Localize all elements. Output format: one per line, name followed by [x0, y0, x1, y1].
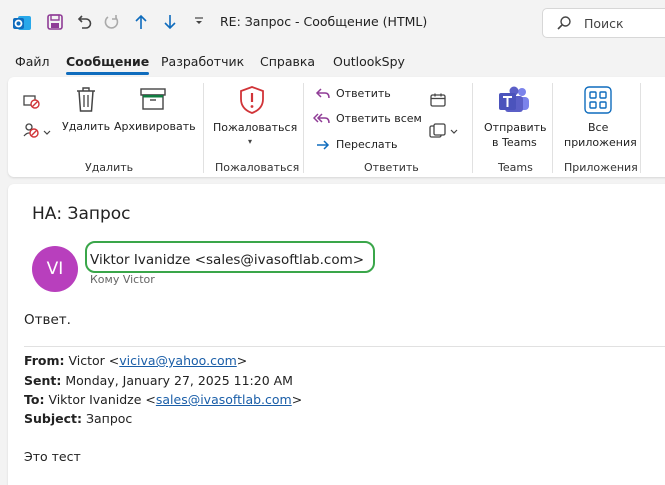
chevron-down-icon[interactable]: ▾ [248, 137, 252, 146]
teams-button-label-1[interactable]: Отправить [484, 121, 547, 134]
subject-value: Запрос [85, 411, 133, 426]
to-email-link[interactable]: sales@ivasoftlab.com [156, 392, 292, 407]
report-button-label[interactable]: Пожаловаться [213, 121, 297, 134]
forward-button-label[interactable]: Переслать [336, 138, 398, 151]
ribbon-separator [203, 83, 204, 173]
ribbon-separator [472, 83, 473, 173]
to-end: > [291, 392, 303, 407]
tab-message[interactable]: Сообщение [66, 54, 150, 75]
apps-button-label-2[interactable]: приложения [564, 136, 637, 149]
reply-button-label[interactable]: Ответить [336, 87, 391, 100]
search-box[interactable]: Поиск [542, 8, 665, 38]
tab-outlookspy[interactable]: OutlookSpy [333, 54, 405, 69]
reply-all-icon[interactable] [312, 111, 331, 130]
redo-icon[interactable] [103, 13, 121, 31]
group-label-respond: Ответить [364, 161, 419, 174]
tab-file[interactable]: Файл [15, 54, 50, 69]
meeting-reply-icon[interactable] [429, 92, 447, 112]
ignore-icon[interactable] [22, 93, 40, 113]
from-name: Victor < [68, 353, 120, 368]
all-apps-icon[interactable] [584, 86, 612, 118]
ribbon-tabs: Файл Сообщение Разработчик Справка Outlo… [0, 50, 665, 76]
reply-all-button-label[interactable]: Ответить всем [336, 112, 422, 125]
group-label-apps: Приложения [564, 161, 638, 174]
to-label: To: [24, 392, 45, 407]
ribbon-separator [640, 83, 641, 173]
search-icon [556, 15, 572, 35]
outlook-logo-icon [12, 13, 32, 33]
ribbon-separator [552, 83, 553, 173]
ribbon-separator [303, 83, 304, 173]
quoted-subject-line: Subject: Запрос [24, 411, 132, 426]
reading-pane: НА: Запрос VI Viktor Ivanidze <sales@iva… [8, 184, 665, 485]
sent-label: Sent: [24, 373, 62, 388]
save-icon[interactable] [46, 13, 64, 31]
delete-icon[interactable] [74, 85, 98, 117]
block-sender-icon[interactable] [22, 121, 52, 143]
from-email-link[interactable]: viciva@yahoo.com [119, 353, 237, 368]
apps-button-label-1[interactable]: Все [588, 121, 608, 134]
sender-name[interactable]: Viktor Ivanidze <sales@ivasoftlab.com> [90, 252, 364, 268]
customize-toolbar-icon[interactable] [194, 16, 204, 26]
avatar[interactable]: VI [32, 246, 78, 292]
archive-icon[interactable] [139, 87, 167, 115]
quoted-from-line: From: Victor <viciva@yahoo.com> [24, 353, 247, 368]
teams-button-label-2[interactable]: в Teams [492, 136, 537, 149]
search-placeholder: Поиск [584, 16, 624, 31]
group-label-report: Пожаловаться [215, 161, 300, 174]
quoted-sent-line: Sent: Monday, January 27, 2025 11:20 AM [24, 373, 293, 388]
window-title: RE: Запрос - Сообщение (HTML) [220, 14, 428, 29]
report-shield-icon[interactable] [238, 85, 266, 119]
title-bar: RE: Запрос - Сообщение (HTML) Поиск [0, 0, 665, 46]
from-end: > [236, 353, 248, 368]
teams-icon[interactable] [497, 85, 531, 119]
tab-developer[interactable]: Разработчик [161, 54, 244, 69]
group-label-delete: Удалить [85, 161, 134, 174]
undo-icon[interactable] [75, 13, 93, 31]
quote-divider [24, 346, 665, 347]
ribbon: Удалить Архивировать Удалить Пожаловатьс… [8, 77, 665, 177]
message-subject: НА: Запрос [32, 204, 131, 224]
delete-button-label[interactable]: Удалить [62, 120, 110, 133]
more-respond-icon[interactable] [429, 123, 459, 143]
subject-label: Subject: [24, 411, 82, 426]
arrow-down-icon[interactable] [162, 13, 178, 31]
reply-icon[interactable] [315, 86, 331, 105]
quoted-to-line: To: Viktor Ivanidze <sales@ivasoftlab.co… [24, 392, 302, 407]
forward-icon[interactable] [315, 137, 331, 156]
from-label: From: [24, 353, 65, 368]
group-label-teams: Teams [498, 161, 533, 174]
arrow-up-icon[interactable] [133, 13, 149, 31]
to-name: Viktor Ivanidze < [48, 392, 156, 407]
tab-help[interactable]: Справка [260, 54, 315, 69]
reply-text: Ответ. [24, 312, 71, 328]
avatar-initials: VI [46, 259, 64, 279]
sent-value: Monday, January 27, 2025 11:20 AM [65, 373, 293, 388]
archive-button-label[interactable]: Архивировать [114, 120, 196, 133]
message-body: Это тест [24, 449, 81, 464]
recipient-line: Кому Victor [90, 273, 155, 286]
